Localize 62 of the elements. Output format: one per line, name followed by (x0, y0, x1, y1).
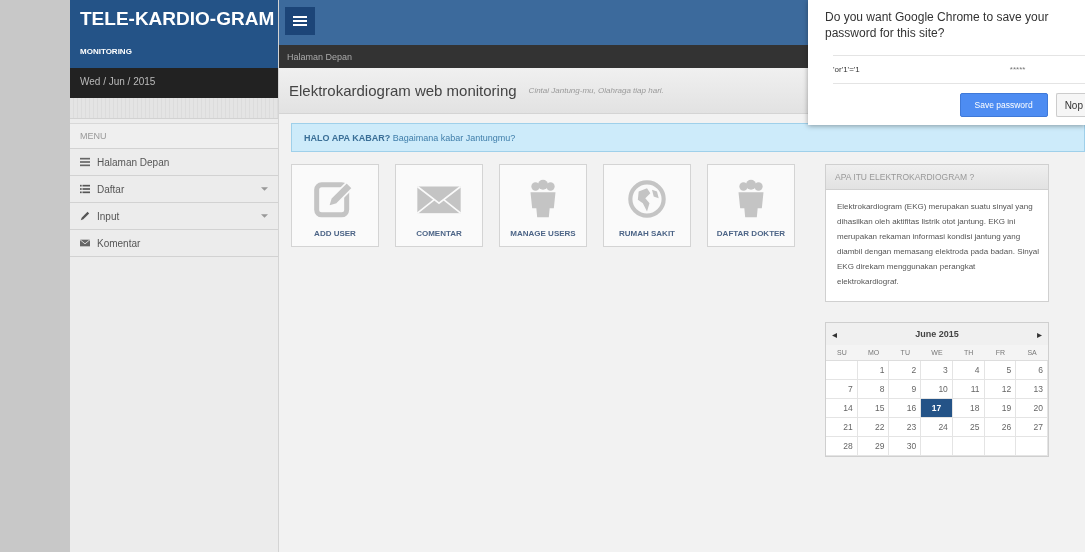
shortcut-tile[interactable]: DAFTAR DOKTER (707, 164, 795, 247)
calendar-day[interactable]: 5 (984, 361, 1017, 380)
calendar-day[interactable]: 28 (826, 437, 858, 456)
calendar-day[interactable]: 30 (889, 437, 922, 456)
previous-month-button[interactable]: ◂ (832, 328, 837, 340)
brand-subtitle: MONITORING (80, 47, 133, 56)
envelope-icon (80, 238, 90, 248)
empty-day-cell (984, 437, 1017, 456)
calendar-day[interactable]: 27 (1016, 418, 1048, 437)
welcome-text: HALO APA KABAR? Bagaimana kabar Jantungmu? (304, 132, 516, 143)
calendar-day[interactable]: 18 (952, 399, 985, 418)
calendar-day[interactable]: 9 (889, 380, 922, 399)
panel-title: APA ITU ELEKTROKARDIOGRAM ? (835, 172, 975, 182)
username-text: 'or'1'='1 (833, 65, 860, 74)
password-text: ***** (1009, 65, 1026, 74)
save-password-button[interactable]: Save password (959, 93, 1048, 117)
calendar-day[interactable]: 21 (826, 418, 858, 437)
menu-heading: MENU (70, 123, 278, 149)
pencil-icon (80, 211, 90, 221)
calendar-day[interactable]: 1 (857, 361, 890, 380)
empty-day-cell (921, 437, 953, 456)
calendar-day[interactable]: 20 (1016, 399, 1048, 418)
shortcut-tile[interactable]: ADD USER (291, 164, 379, 247)
calendar-day[interactable]: 12 (984, 380, 1017, 399)
calendar-day[interactable]: 26 (984, 418, 1017, 437)
calendar-day[interactable]: 6 (1016, 361, 1048, 380)
calendar-day[interactable]: 3 (921, 361, 953, 380)
calendar-day[interactable]: 29 (857, 437, 890, 456)
empty-day-cell (826, 361, 858, 380)
calendar-day[interactable]: 13 (1016, 380, 1048, 399)
menu-icon (293, 15, 307, 27)
calendar-day[interactable]: 15 (857, 399, 890, 418)
calendar-day[interactable]: 25 (952, 418, 985, 437)
calendar-day[interactable]: 17 (921, 399, 953, 418)
dialog-question: Do you want Google Chrome to save your password for this site? (825, 9, 1050, 41)
calendar-day[interactable]: 11 (952, 380, 985, 399)
calendar-day[interactable]: 19 (984, 399, 1017, 418)
menu-button[interactable] (285, 7, 315, 35)
empty-day-cell (952, 437, 985, 456)
page-title: Elektrokardiogram web monitoring (289, 82, 517, 99)
list-icon (80, 157, 90, 167)
calendar-day[interactable]: 14 (826, 399, 858, 418)
calendar-day[interactable]: 22 (857, 418, 890, 437)
calendar-day[interactable]: 7 (826, 380, 858, 399)
shortcut-tile[interactable]: MANAGE USERS (499, 164, 587, 247)
info-text: Elektrokardiogram (EKG) merupakan suatu sinyal yang dihasilkan oleh aktifitas listrik otot jantung. EKG ini merupakan rekaman informasi kondisi jantung yang diambil dengan memasang elektroda pada badan. Sinyal EKG direkam menggunakan perangkat elektrokardiograf. (836, 201, 1040, 288)
calendar-day[interactable]: 24 (921, 418, 953, 437)
calendar-day[interactable]: 2 (889, 361, 922, 380)
next-month-button[interactable]: ▸ (1037, 328, 1042, 340)
breadcrumb-link[interactable]: Halaman Depan (287, 51, 353, 62)
page-subtitle: Cintai Jantung-mu, Olahraga tiap hari. (528, 86, 664, 95)
decline-button[interactable]: Nop (1055, 93, 1085, 117)
calendar-day[interactable]: 4 (952, 361, 985, 380)
list-icon (80, 184, 90, 194)
brand-title: TELE-KARDIO-GRAM (80, 8, 276, 30)
date-text: Wed / Jun / 2015 (80, 76, 156, 87)
calendar-day[interactable]: 8 (857, 380, 890, 399)
month-title: June 2015 (915, 329, 959, 339)
shortcut-tile[interactable]: COMENTAR (395, 164, 483, 247)
shortcut-tile[interactable]: RUMAH SAKIT (603, 164, 691, 247)
empty-day-cell (1016, 437, 1048, 456)
calendar-day[interactable]: 23 (889, 418, 922, 437)
